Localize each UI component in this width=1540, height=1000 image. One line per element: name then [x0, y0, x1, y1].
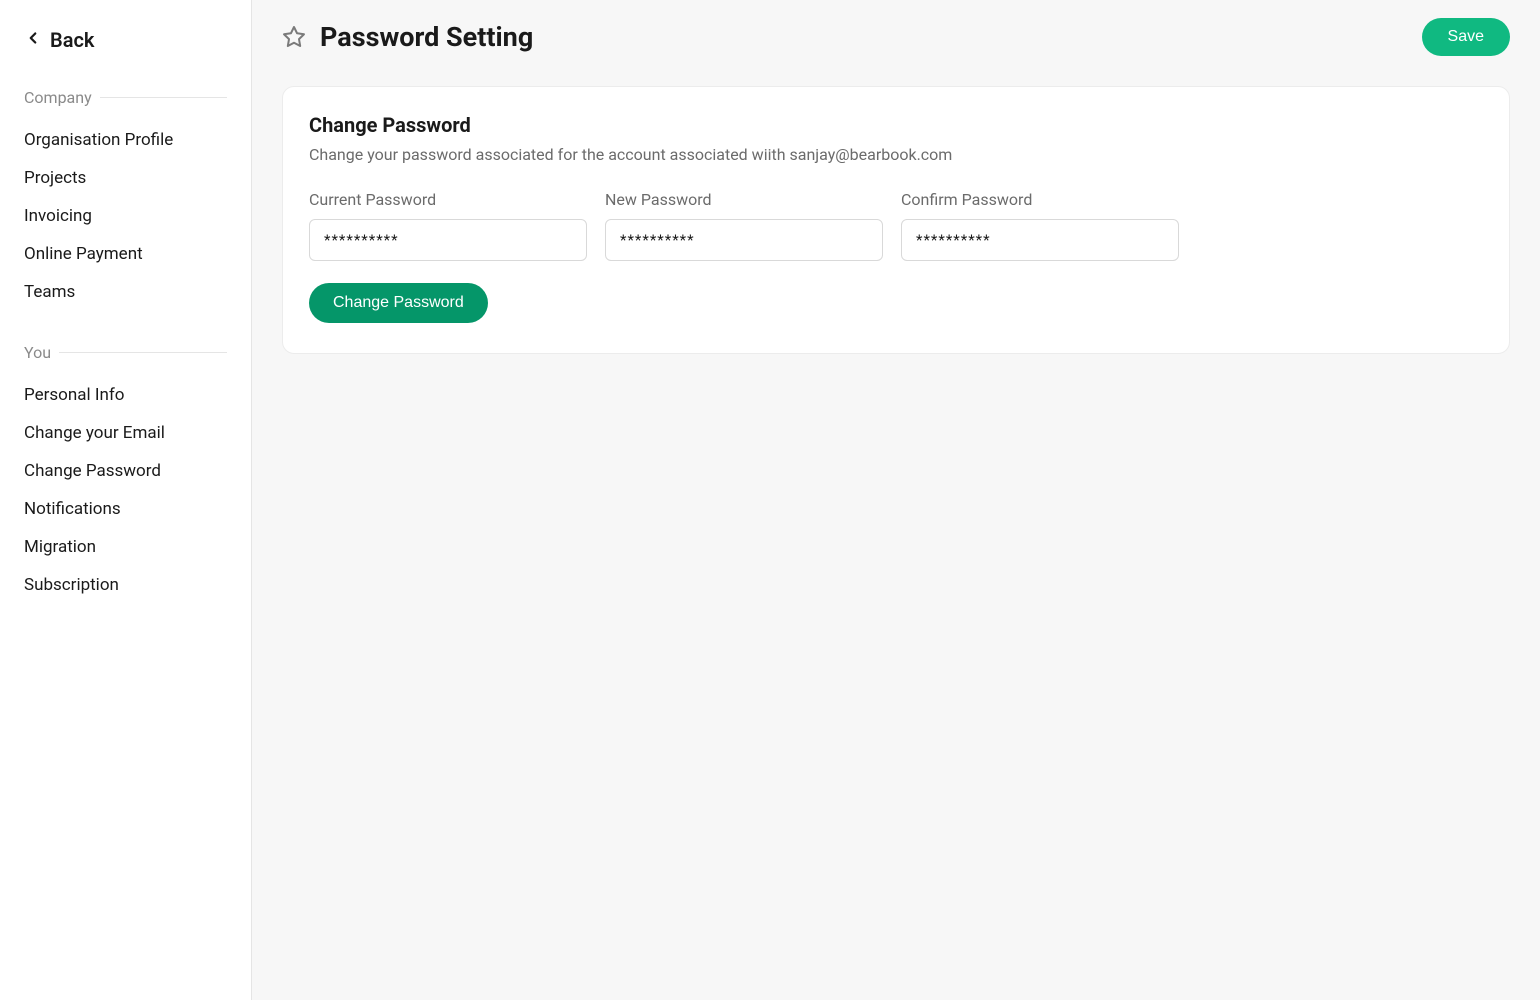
confirm-password-group: Confirm Password [901, 190, 1179, 261]
sidebar: Back Company Organisation Profile Projec… [0, 0, 252, 1000]
sidebar-item-personal-info[interactable]: Personal Info [24, 376, 227, 414]
divider [59, 352, 227, 353]
save-button[interactable]: Save [1422, 18, 1510, 56]
card-title: Change Password [309, 113, 1483, 137]
main-content: Password Setting Save Change Password Ch… [252, 0, 1540, 1000]
card-subtitle: Change your password associated for the … [309, 145, 1483, 164]
sidebar-item-label: Change Password [24, 461, 161, 481]
sidebar-item-label: Subscription [24, 575, 119, 595]
sidebar-item-change-email[interactable]: Change your Email [24, 414, 227, 452]
sidebar-item-projects[interactable]: Projects [24, 159, 227, 197]
password-form-row: Current Password New Password Confirm Pa… [309, 190, 1483, 261]
sidebar-item-invoicing[interactable]: Invoicing [24, 197, 227, 235]
star-icon[interactable] [282, 25, 306, 49]
sidebar-item-label: Online Payment [24, 244, 143, 264]
confirm-password-input[interactable] [901, 219, 1179, 261]
sidebar-item-label: Organisation Profile [24, 130, 173, 150]
current-password-group: Current Password [309, 190, 587, 261]
sidebar-item-migration[interactable]: Migration [24, 528, 227, 566]
sidebar-item-label: Projects [24, 168, 86, 188]
sidebar-item-label: Change your Email [24, 423, 165, 443]
new-password-label: New Password [605, 190, 883, 209]
sidebar-item-notifications[interactable]: Notifications [24, 490, 227, 528]
sidebar-group-label: Company [24, 88, 92, 107]
sidebar-item-organisation-profile[interactable]: Organisation Profile [24, 121, 227, 159]
current-password-input[interactable] [309, 219, 587, 261]
page-header: Password Setting Save [282, 18, 1510, 56]
back-link[interactable]: Back [24, 28, 227, 52]
sidebar-item-teams[interactable]: Teams [24, 273, 227, 311]
sidebar-item-label: Migration [24, 537, 96, 557]
sidebar-item-label: Teams [24, 282, 75, 302]
page-header-left: Password Setting [282, 21, 533, 53]
chevron-left-icon [24, 28, 42, 52]
new-password-group: New Password [605, 190, 883, 261]
page-title: Password Setting [320, 21, 533, 53]
sidebar-item-label: Personal Info [24, 385, 124, 405]
sidebar-group-label: You [24, 343, 51, 362]
sidebar-item-change-password[interactable]: Change Password [24, 452, 227, 490]
sidebar-item-label: Invoicing [24, 206, 92, 226]
sidebar-group-you: Personal Info Change your Email Change P… [24, 376, 227, 604]
sidebar-item-subscription[interactable]: Subscription [24, 566, 227, 604]
sidebar-item-label: Notifications [24, 499, 121, 519]
sidebar-item-online-payment[interactable]: Online Payment [24, 235, 227, 273]
sidebar-group-company: Organisation Profile Projects Invoicing … [24, 121, 227, 311]
change-password-button[interactable]: Change Password [309, 283, 488, 323]
sidebar-group-header-you: You [24, 343, 227, 362]
current-password-label: Current Password [309, 190, 587, 209]
divider [100, 97, 227, 98]
sidebar-group-header-company: Company [24, 88, 227, 107]
new-password-input[interactable] [605, 219, 883, 261]
confirm-password-label: Confirm Password [901, 190, 1179, 209]
change-password-card: Change Password Change your password ass… [282, 86, 1510, 354]
back-label: Back [50, 28, 94, 52]
